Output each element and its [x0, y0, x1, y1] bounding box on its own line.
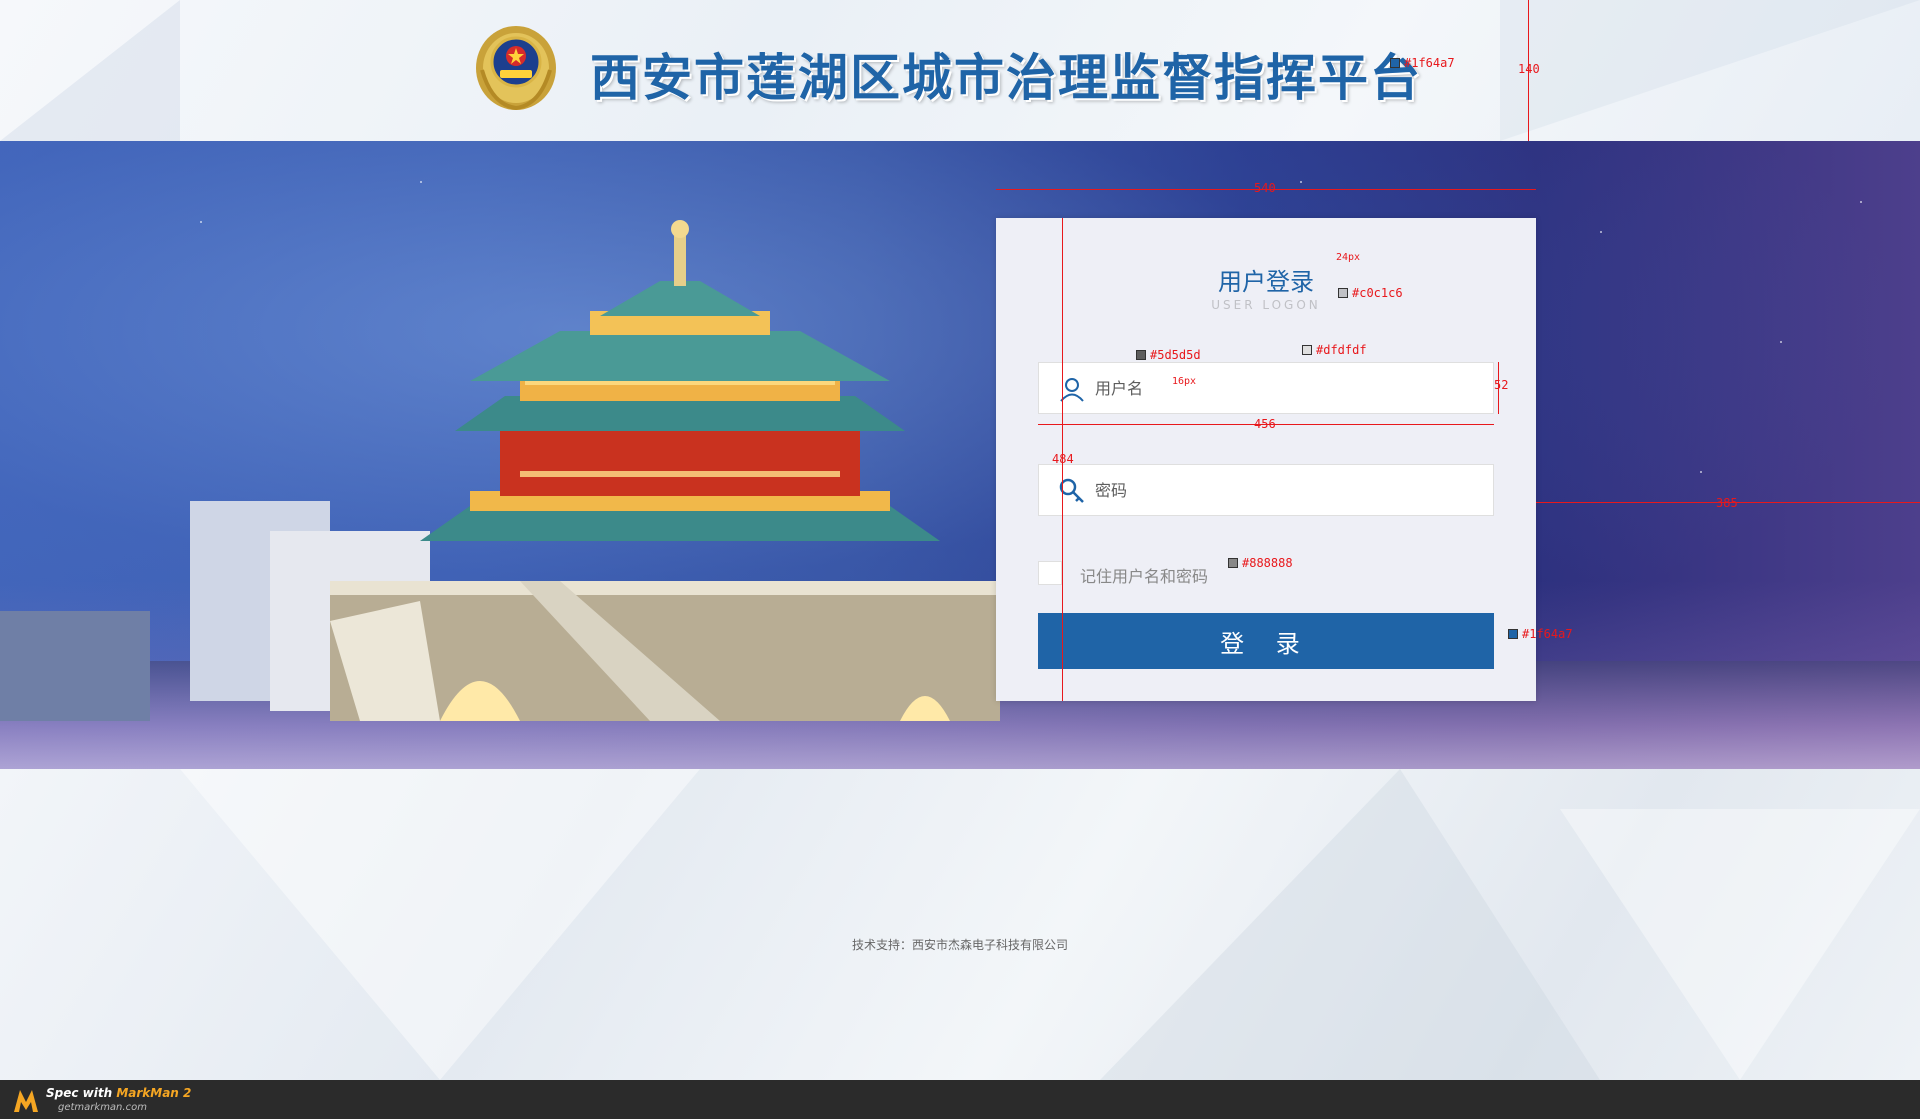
markman-brand: MarkMan 2 [116, 1086, 192, 1100]
annotation-text: #5d5d5d [1150, 348, 1201, 362]
password-input[interactable] [1095, 465, 1485, 515]
markman-spec-label: Spec with [46, 1086, 117, 1100]
site-title: 西安市莲湖区城市治理监督指挥平台 [590, 49, 1422, 107]
annotation-text: #c0c1c6 [1352, 286, 1403, 300]
annotation-text: #dfdfdf [1316, 343, 1367, 357]
annotation-input-height: 52 [1494, 378, 1509, 392]
remember-label[interactable]: 记住用户名和密码 [1080, 563, 1208, 587]
footer-support-text: 技术支持：西安市杰森电子科技有限公司 [851, 938, 1068, 952]
annotation-card-height: 484 [1052, 452, 1074, 466]
footer-background [0, 769, 1920, 1080]
annotation-text-color: #5d5d5d [1136, 348, 1201, 362]
site-header: 西安市莲湖区城市治理监督指挥平台 #1f64a7 140 [0, 0, 1920, 141]
annotation-header-height: 140 [1518, 62, 1540, 76]
police-emblem-icon [476, 26, 556, 111]
annotation-card-width: 540 [1254, 181, 1276, 195]
annotation-border-color: #dfdfdf [1302, 343, 1367, 357]
login-subtitle: USER LOGON [1211, 298, 1321, 312]
username-input[interactable] [1095, 363, 1485, 413]
markman-bar: Spec with MarkMan 2 getmarkman.com [0, 1080, 1920, 1119]
markman-url: getmarkman.com [58, 1102, 147, 1113]
markman-spec-text: Spec with MarkMan 2 [46, 1086, 191, 1100]
annotation-button-color: #1f64a7 [1508, 627, 1573, 641]
annotation-text: #888888 [1242, 556, 1293, 570]
login-card: 用户登录 USER LOGON 记住用户名和密码 登 录 [996, 218, 1536, 701]
annotation-subtitle-color: #c0c1c6 [1338, 286, 1403, 300]
bell-tower-illustration [0, 220, 1000, 721]
markman-logo-icon [14, 1090, 38, 1112]
password-field[interactable] [1038, 464, 1494, 516]
annotation-label-color: #888888 [1228, 556, 1293, 570]
remember-checkbox[interactable] [1038, 561, 1062, 585]
username-field[interactable] [1038, 362, 1494, 414]
login-button[interactable]: 登 录 [1038, 613, 1494, 669]
annotation-input-font-size: 16px [1172, 376, 1197, 387]
annotation-input-width: 456 [1254, 417, 1276, 431]
annotation-right-offset: 385 [1716, 496, 1738, 510]
annotation-title-color: #1f64a7 [1390, 56, 1455, 70]
login-title: 用户登录 [1218, 268, 1314, 296]
hero-banner [0, 141, 1920, 769]
annotation-title-size: 24px [1336, 252, 1361, 263]
annotation-text: #1f64a7 [1522, 627, 1573, 641]
annotation-text: #1f64a7 [1404, 56, 1455, 70]
